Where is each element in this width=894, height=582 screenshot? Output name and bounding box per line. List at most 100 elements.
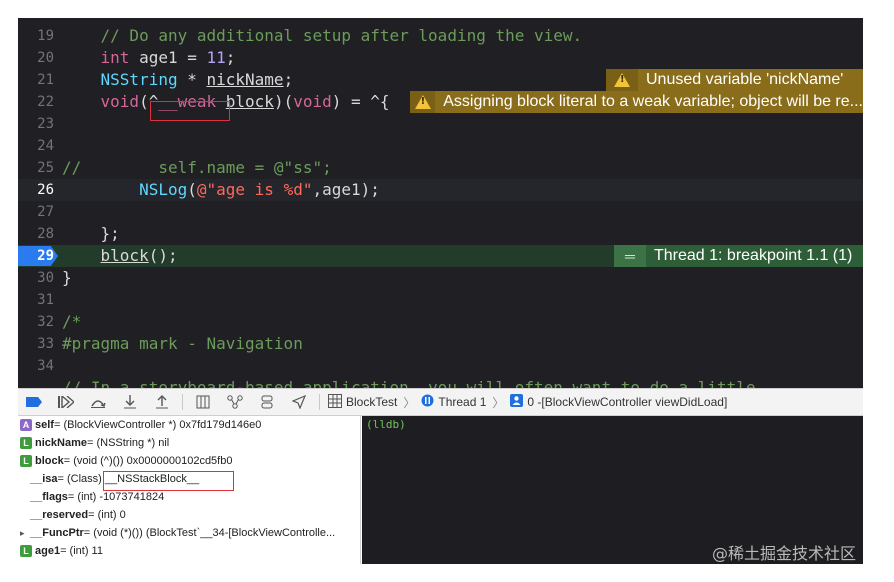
code-line[interactable]: 24 [18, 135, 863, 157]
code-editor[interactable]: 19 // Do any additional setup after load… [18, 18, 863, 388]
environment-icon[interactable] [251, 389, 283, 415]
code-token: ) = ^{ [331, 92, 390, 111]
line-number[interactable]: 33 [18, 333, 54, 355]
variable-row[interactable]: Aself = (BlockViewController *) 0x7fd179… [18, 416, 360, 434]
line-number[interactable]: 29 [18, 245, 54, 267]
variable-kind-badge: A [20, 419, 32, 431]
warning-weak-block[interactable]: Assigning block literal to a weak variab… [410, 91, 863, 113]
chevron-right-icon: 〉 [492, 395, 505, 410]
breadcrumb-thread[interactable]: Thread 1 [438, 395, 486, 409]
line-number[interactable]: 24 [18, 135, 54, 157]
grid-icon [328, 393, 342, 411]
code-token: ; [225, 48, 236, 67]
highlight-stack-block [103, 471, 234, 491]
code-token: nickName [206, 70, 284, 89]
code-token: /* [62, 312, 82, 331]
variable-name: block [35, 455, 64, 467]
debug-toolbar: BlockTest 〉 Thread 1 〉 0 -[BlockViewCont… [18, 388, 863, 416]
location-icon[interactable] [283, 389, 315, 415]
variable-kind-badge: L [20, 437, 32, 449]
code-line[interactable]: 30} [18, 267, 863, 289]
variable-row[interactable]: Lblock = (void (^)()) 0x0000000102cd5fb0 [18, 452, 360, 470]
code-token: // Do any additional setup after loading… [62, 26, 583, 45]
code-token: block [225, 92, 274, 111]
variable-kind-badge: L [20, 545, 32, 557]
variable-value: = (void (^)()) 0x0000000102cd5fb0 [63, 455, 233, 467]
disclosure-chevron-icon[interactable]: ▸ [20, 524, 30, 542]
step-over-icon[interactable] [82, 389, 114, 415]
breadcrumb-app[interactable]: BlockTest [346, 395, 397, 409]
code-line[interactable]: // In a storyboard-based application, yo… [18, 377, 863, 388]
variable-value: = (int) 0 [88, 509, 126, 521]
line-number[interactable]: 32 [18, 311, 54, 333]
code-token: } [62, 268, 72, 287]
line-number[interactable]: 19 [18, 25, 54, 47]
variable-value: = (NSString *) nil [86, 437, 170, 449]
code-text: /* [62, 311, 81, 333]
continue-icon[interactable] [50, 389, 82, 415]
line-number[interactable]: 26 [18, 179, 54, 201]
breakpoint-label: Thread 1: breakpoint 1.1 (1) [654, 247, 853, 264]
code-token: void [100, 92, 140, 111]
code-text: NSLog(@"age is %d",age1); [62, 179, 380, 201]
breadcrumb: BlockTest 〉 Thread 1 〉 0 -[BlockViewCont… [328, 393, 727, 411]
step-out-icon[interactable] [146, 389, 178, 415]
code-text: } [62, 267, 72, 289]
variable-row[interactable]: ▸ __FuncPtr = (void (*)()) (BlockTest`__3… [18, 524, 360, 542]
code-line[interactable]: 23 [18, 113, 863, 135]
variable-name: self [35, 419, 54, 431]
step-into-icon[interactable] [114, 389, 146, 415]
code-line[interactable]: 33 #pragma mark - Navigation [18, 333, 863, 355]
code-line[interactable]: 32 /* [18, 311, 863, 333]
warning-text: Unused variable 'nickName' [646, 71, 844, 88]
code-token: 11 [206, 48, 226, 67]
code-text: // self.name = @"ss"; [62, 157, 332, 179]
thread-icon [421, 394, 434, 410]
breakpoints-toggle-icon[interactable] [18, 389, 50, 415]
line-number[interactable]: 30 [18, 267, 54, 289]
variable-row[interactable]: __reserved = (int) 0 [18, 506, 360, 524]
line-number[interactable]: 28 [18, 223, 54, 245]
code-line[interactable]: 28 }; [18, 223, 863, 245]
variable-row[interactable]: LnickName = (NSString *) nil [18, 434, 360, 452]
variable-name: age1 [35, 545, 61, 557]
variable-value: = (BlockViewController *) 0x7fd179d146e0 [53, 419, 262, 431]
breakpoint-annotation[interactable]: ═ Thread 1: breakpoint 1.1 (1) [614, 245, 863, 267]
line-number[interactable]: 20 [18, 47, 54, 69]
code-line[interactable]: 31 [18, 289, 863, 311]
line-number[interactable]: 21 [18, 69, 54, 91]
line-number[interactable]: 31 [18, 289, 54, 311]
line-number[interactable]: 27 [18, 201, 54, 223]
code-token: // self.name = @"ss"; [62, 158, 332, 177]
toolbar-divider [319, 394, 320, 410]
code-line[interactable]: 34 [18, 355, 863, 377]
line-number[interactable]: 34 [18, 355, 54, 377]
code-token: ,age1); [312, 180, 380, 199]
line-number[interactable] [18, 377, 54, 388]
variable-name: nickName [35, 437, 87, 449]
breadcrumb-frame[interactable]: 0 -[BlockViewController viewDidLoad] [527, 395, 727, 409]
code-token: )( [273, 92, 294, 111]
memory-graph-icon[interactable] [219, 389, 251, 415]
code-text: block(); [62, 245, 178, 267]
code-line[interactable]: 27 [18, 201, 863, 223]
line-number[interactable]: 25 [18, 157, 54, 179]
code-line[interactable]: 26 NSLog(@"age is %d",age1); [18, 179, 863, 201]
line-number[interactable]: 23 [18, 113, 54, 135]
variable-value: = (int) 11 [60, 545, 103, 557]
code-line[interactable]: 19 // Do any additional setup after load… [18, 25, 863, 47]
code-line[interactable]: 25 // self.name = @"ss"; [18, 157, 863, 179]
code-token: (); [148, 246, 178, 265]
highlight-weak-qualifier [150, 101, 230, 121]
line-number[interactable]: 22 [18, 91, 54, 113]
view-hierarchy-icon[interactable] [187, 389, 219, 415]
code-token: // In a storyboard-based application, yo… [62, 378, 756, 388]
warning-unused-variable[interactable]: Unused variable 'nickName' [606, 69, 863, 91]
variable-row[interactable]: Lage1 = (int) 11 [18, 542, 360, 560]
console-prompt: (lldb) [366, 418, 406, 431]
code-line[interactable]: 20 int age1 = 11; [18, 47, 863, 69]
variable-name: __reserved [30, 509, 89, 521]
code-text: // In a storyboard-based application, yo… [62, 377, 756, 388]
